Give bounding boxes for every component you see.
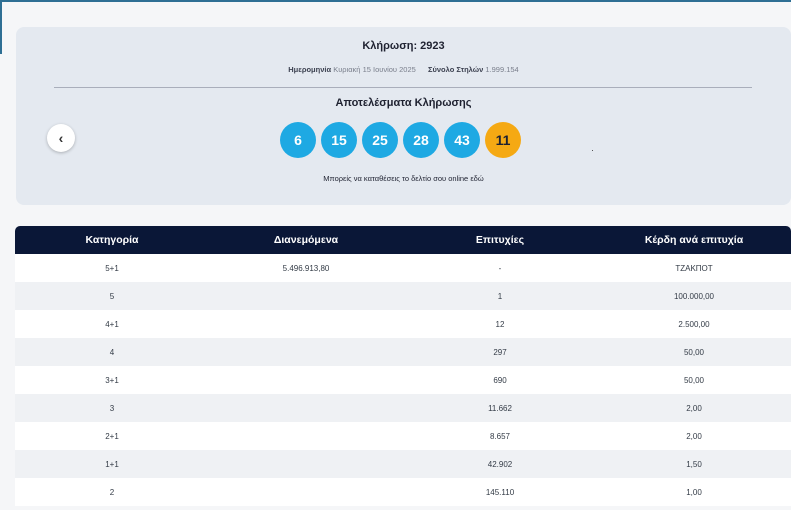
cell-category: 5+1 [105,263,119,273]
cell-winners: 145.110 [485,487,515,497]
cell-category: 5 [109,291,115,301]
chevron-left-icon: ‹ [58,130,64,146]
online-bet-link[interactable]: Μπορείς να καταθέσεις το δελτίο σου onli… [16,174,791,183]
number-ball: 15 [321,122,357,158]
date-label: Ημερομηνία [288,65,332,74]
cell-category: 2 [109,487,115,497]
cell-prize: 100.000,00 [673,291,715,301]
draw-title: Κλήρωση: 2923 [362,40,445,52]
cell-winners: 11.662 [488,403,512,413]
prize-table: Κατηγορία Διανεμόμενα Επιτυχίες Κέρδη αν… [15,226,791,506]
divider [54,87,752,88]
cell-prize: 50,00 [683,375,705,385]
decorative-dot [592,150,593,151]
header-winners: Επιτυχίες [475,234,525,246]
columns-value: 1.999.154 [485,65,519,74]
cell-winners: - [498,263,502,273]
cell-category: 1+1 [105,459,119,469]
cell-prize: 2,00 [686,431,702,441]
header-prize-per-winner: Κέρδη ανά επιτυχία [644,234,744,246]
cell-winners: 1 [497,291,503,301]
table-row: 3 11.662 2,00 [15,394,791,422]
columns-label: Σύνολο Στηλών [428,65,484,74]
cell-winners: 8.657 [489,431,511,441]
number-ball: 6 [280,122,316,158]
cell-prize: ΤΖΑΚΠΟΤ [675,263,713,273]
header-distributed: Διανεμόμενα [273,234,339,246]
number-ball: 28 [403,122,439,158]
left-accent-line [0,2,2,54]
table-row: 4+1 12 2.500,00 [15,310,791,338]
previous-draw-button[interactable]: ‹ [47,124,75,152]
cell-winners: 42.902 [487,459,513,469]
table-row: 1+1 42.902 1,50 [15,450,791,478]
number-ball: 43 [444,122,480,158]
table-row: 5 1 100.000,00 [15,282,791,310]
table-row: 3+1 690 50,00 [15,366,791,394]
cell-winners: 297 [493,347,507,357]
draw-meta: Ημερομηνία Κυριακή 15 Ιουνίου 2025 Σύνολ… [16,65,791,74]
bonus-ball: 11 [485,122,521,158]
table-row: 5+1 5.496.913,80 - ΤΖΑΚΠΟΤ [15,254,791,282]
cell-winners: 690 [493,375,507,385]
table-row: 2+1 8.657 2,00 [15,422,791,450]
cell-prize: 2,00 [686,403,702,413]
cell-distributed: 5.496.913,80 [282,263,330,273]
cell-prize: 1,50 [686,459,702,469]
winning-numbers: 6 15 25 28 43 11 [280,122,521,158]
table-row: 2 145.110 1,00 [15,478,791,506]
header-category: Κατηγορία [85,234,139,246]
cell-category: 4 [109,347,115,357]
number-ball: 25 [362,122,398,158]
cell-prize: 50,00 [683,347,705,357]
date-value: Κυριακή 15 Ιουνίου 2025 [333,65,416,74]
cell-prize: 1,00 [686,487,702,497]
cell-category: 3 [109,403,115,413]
top-accent-line [0,0,791,2]
cell-prize: 2.500,00 [678,319,710,329]
cell-winners: 12 [495,319,505,329]
cell-category: 4+1 [105,319,119,329]
results-title: Αποτελέσματα Κλήρωσης [335,97,472,109]
draw-card: Κλήρωση: 2923 Ημερομηνία Κυριακή 15 Ιουν… [16,27,791,205]
cell-category: 3+1 [105,375,119,385]
cell-category: 2+1 [105,431,119,441]
table-row: 4 297 50,00 [15,338,791,366]
table-header: Κατηγορία Διανεμόμενα Επιτυχίες Κέρδη αν… [15,226,791,254]
